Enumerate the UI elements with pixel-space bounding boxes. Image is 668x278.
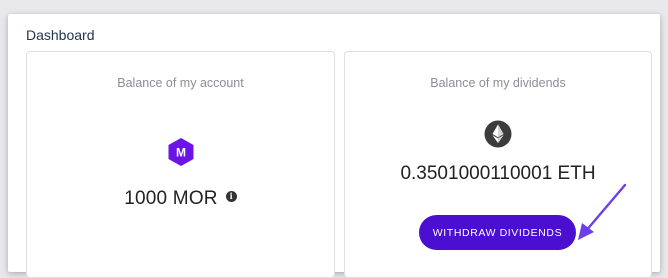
annotation-arrow-icon bbox=[578, 183, 627, 240]
withdraw-dividends-button[interactable]: WITHDRAW DIVIDENDS bbox=[419, 215, 576, 250]
account-balance-value-row: 1000 MOR i bbox=[27, 188, 334, 210]
ethereum-icon bbox=[484, 120, 512, 148]
mor-token-icon: M bbox=[168, 138, 194, 166]
info-icon[interactable]: i bbox=[225, 191, 237, 203]
account-balance-label: Balance of my account bbox=[117, 76, 244, 90]
account-balance-value: 1000 MOR bbox=[124, 188, 218, 209]
dividends-balance-label: Balance of my dividends bbox=[430, 76, 566, 90]
page-title: Dashboard bbox=[26, 27, 95, 43]
account-balance-card: Balance of my account M 1000 MOR i bbox=[26, 51, 335, 278]
mor-token-letter: M bbox=[176, 146, 186, 160]
